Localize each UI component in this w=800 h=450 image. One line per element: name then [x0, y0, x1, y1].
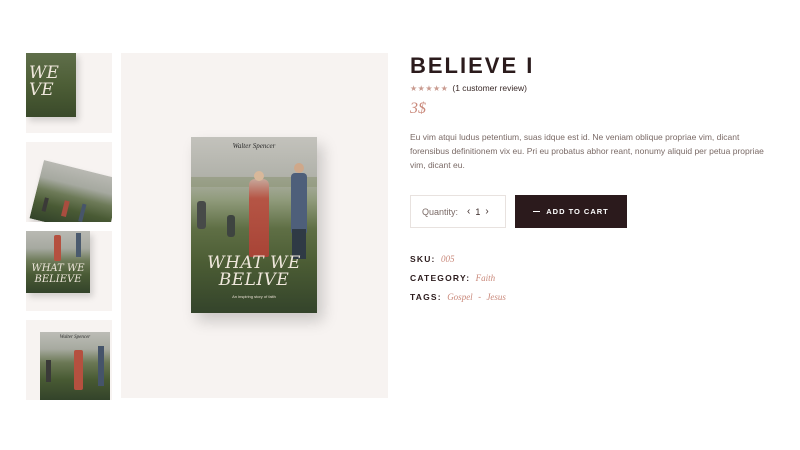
- tag-link[interactable]: Jesus: [486, 292, 506, 302]
- thumbnail-title-text: BELIEVE: [34, 274, 82, 285]
- category-label: CATEGORY:: [410, 273, 471, 283]
- book-title: WHAT WE BELIVE: [191, 255, 317, 289]
- thumbnail-4[interactable]: Walter Spencer: [26, 320, 112, 400]
- thumbnail-title-text: WHAT WE: [31, 263, 85, 274]
- thumbnail-author-text: Walter Spencer: [59, 335, 91, 340]
- quantity-value[interactable]: 1: [475, 207, 480, 217]
- book-author: Walter Spencer: [232, 142, 276, 150]
- book-subtitle: An inspiring story of faith: [232, 294, 276, 299]
- product-info: BELIEVE I ★★★★★ (1 customer review) 3$ E…: [410, 52, 780, 302]
- thumbnail-2[interactable]: [26, 142, 112, 222]
- sku-label: SKU:: [410, 254, 436, 264]
- chevron-left-icon[interactable]: ‹: [467, 206, 470, 217]
- tag-separator: -: [478, 292, 482, 302]
- dash-icon: [533, 211, 541, 212]
- main-product-image[interactable]: Walter Spencer WHAT WE BELIVE An inspiri…: [121, 53, 388, 398]
- sku-row: SKU: 005: [410, 254, 454, 264]
- thumbnail-book-image: WE VE: [26, 53, 76, 117]
- product-title: BELIEVE I: [410, 53, 535, 78]
- tags-row: TAGS: Gospel - Jesus: [410, 292, 506, 302]
- tag-link[interactable]: Gospel: [447, 292, 473, 302]
- product-price: 3$: [410, 100, 426, 117]
- thumbnail-book-image: Walter Spencer: [40, 332, 110, 400]
- sku-value: 005: [440, 254, 455, 264]
- chevron-right-icon[interactable]: ›: [485, 206, 488, 217]
- rating-stars-icon: ★★★★★: [410, 83, 449, 93]
- product-description: Eu vim atqui ludus petentium, suas idque…: [410, 132, 764, 170]
- book-title-line: BELIVE: [218, 270, 290, 290]
- quantity-stepper: Quantity: ‹ 1 ›: [410, 195, 506, 228]
- book-cover: Walter Spencer WHAT WE BELIVE An inspiri…: [191, 137, 317, 313]
- quantity-label: Quantity:: [422, 206, 459, 217]
- thumbnail-3[interactable]: WHAT WE BELIEVE: [26, 231, 112, 311]
- thumbnail-title-text: VE: [29, 80, 54, 100]
- add-to-cart-button[interactable]: ADD TO CART: [515, 195, 627, 228]
- category-link[interactable]: Faith: [476, 273, 496, 283]
- thumbnail-book-image: [29, 160, 112, 222]
- add-to-cart-label: ADD TO CART: [546, 207, 609, 216]
- thumbnail-book-image: WHAT WE BELIEVE: [26, 231, 90, 293]
- product-rating: ★★★★★ (1 customer review): [410, 83, 527, 93]
- tags-label: TAGS:: [410, 292, 442, 302]
- customer-review-link[interactable]: (1 customer review): [452, 83, 527, 93]
- category-row: CATEGORY: Faith: [410, 273, 495, 283]
- thumbnail-1[interactable]: WE VE: [26, 53, 112, 133]
